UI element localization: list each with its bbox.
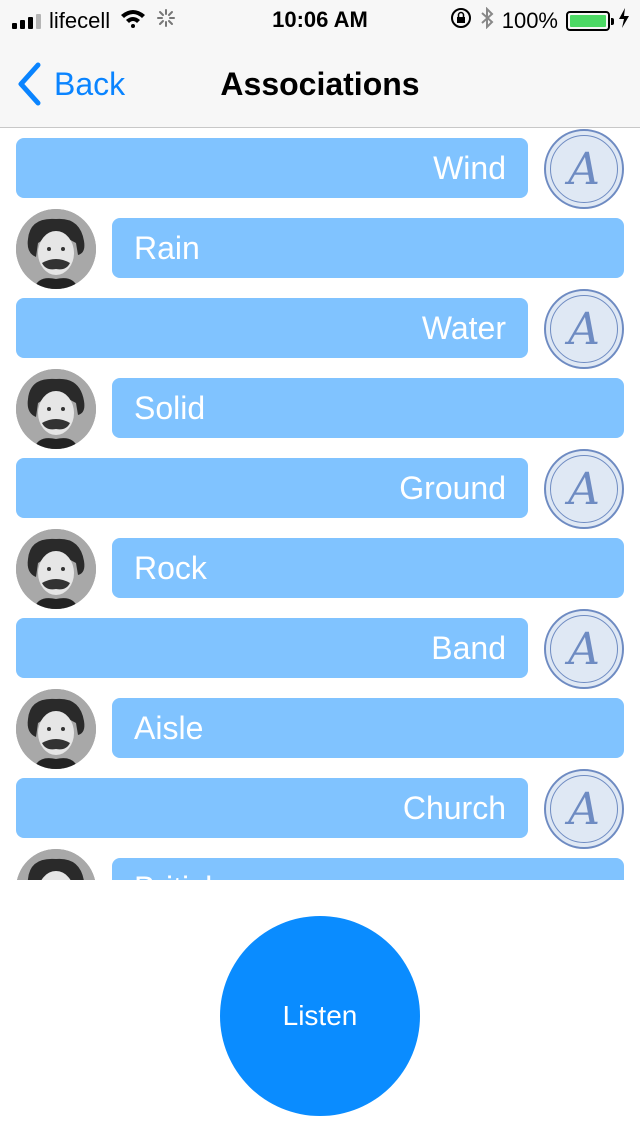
message-row: Water A	[0, 289, 640, 369]
message-row: Wind A	[0, 129, 640, 209]
message-row: British	[0, 849, 640, 880]
charging-icon	[618, 8, 630, 34]
user-avatar	[16, 529, 96, 609]
associations-list[interactable]: Wind A Rain Water A Solid Ground A Rock …	[0, 129, 640, 880]
listen-button[interactable]: Listen	[220, 916, 420, 1116]
message-row: Aisle	[0, 689, 640, 769]
message-bubble: Aisle	[112, 698, 624, 758]
message-bubble: Rock	[112, 538, 624, 598]
message-bubble: Church	[16, 778, 528, 838]
bottom-panel: Listen	[0, 880, 640, 1136]
assistant-avatar-icon: A	[544, 609, 624, 689]
message-row: Band A	[0, 609, 640, 689]
orientation-lock-icon	[450, 7, 472, 35]
battery-percent: 100%	[501, 8, 558, 33]
message-row: Ground A	[0, 449, 640, 529]
message-bubble: Ground	[16, 458, 528, 518]
assistant-avatar-icon: A	[544, 129, 624, 209]
message-bubble: Band	[16, 618, 528, 678]
message-row: Church A	[0, 769, 640, 849]
listen-button-label: Listen	[282, 1000, 358, 1031]
message-bubble: Water	[16, 298, 528, 358]
assistant-avatar-icon: A	[544, 449, 624, 529]
user-avatar	[16, 849, 96, 880]
page-title: Associations	[220, 66, 420, 102]
user-avatar	[16, 209, 96, 289]
message-bubble: British	[112, 858, 624, 880]
message-row: Solid	[0, 369, 640, 449]
message-row: Rain	[0, 209, 640, 289]
assistant-avatar-icon: A	[544, 289, 624, 369]
battery-icon	[566, 11, 614, 31]
navigation-bar: Back Associations	[0, 40, 640, 128]
status-bar: lifecell 10:06 AM 100%	[0, 0, 640, 40]
message-row: Rock	[0, 529, 640, 609]
assistant-avatar-icon: A	[544, 769, 624, 849]
user-avatar	[16, 369, 96, 449]
message-bubble: Solid	[112, 378, 624, 438]
user-avatar	[16, 689, 96, 769]
message-bubble: Rain	[112, 218, 624, 278]
status-right: 100%	[450, 6, 630, 35]
bluetooth-icon	[480, 6, 494, 35]
message-bubble: Wind	[16, 138, 528, 198]
